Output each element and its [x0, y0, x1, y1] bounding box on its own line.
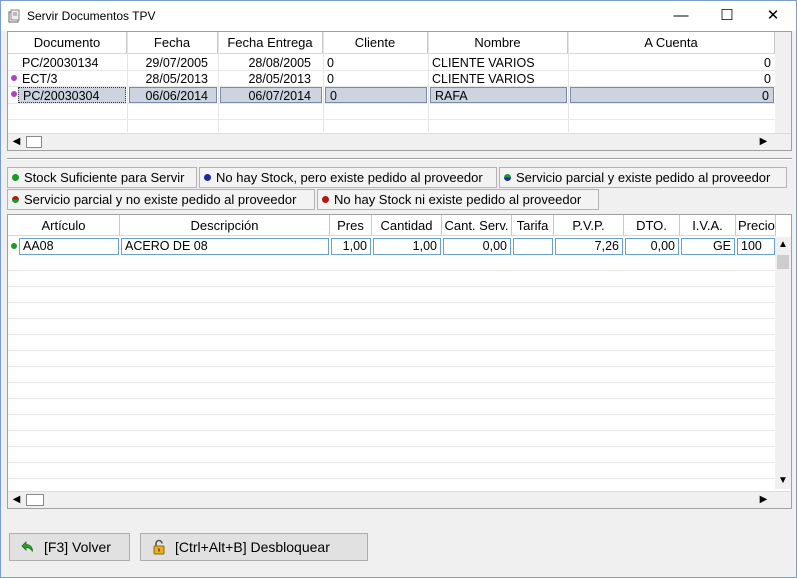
legend-no-stock-no-pedido: No hay Stock ni existe pedido al proveed…: [317, 189, 599, 210]
pvp-field[interactable]: 7,26: [555, 238, 623, 255]
scroll-left-icon[interactable]: ◀: [8, 134, 25, 150]
scroll-down-icon[interactable]: ▼: [775, 473, 791, 489]
scroll-right-icon[interactable]: ▶: [755, 134, 772, 150]
tarifa-field[interactable]: [513, 238, 553, 255]
col-cliente[interactable]: Cliente: [323, 32, 428, 54]
title-bar: Servir Documentos TPV — ☐ ✕: [1, 1, 796, 31]
cell-documento: PC/20030134: [22, 56, 99, 70]
cell-a-cuenta: 0: [764, 72, 771, 86]
divider: [7, 158, 792, 160]
legend-label: Stock Suficiente para Servir: [24, 170, 185, 185]
horizontal-scrollbar[interactable]: ◀ ▶: [8, 491, 791, 508]
col-cantidad[interactable]: Cantidad: [372, 215, 442, 236]
articulo-field[interactable]: AA08: [19, 238, 119, 255]
minimize-button[interactable]: —: [658, 1, 704, 31]
col-precio[interactable]: Precio: [736, 215, 776, 236]
cell-a-cuenta: 0: [764, 56, 771, 70]
legend-label: No hay Stock, pero existe pedido al prov…: [216, 170, 483, 185]
green-dot-icon: [12, 174, 19, 181]
col-a-cuenta[interactable]: A Cuenta: [568, 32, 775, 54]
lines-grid[interactable]: Artículo Descripción Pres Cantidad Cant.…: [7, 214, 792, 509]
legend-no-stock-pedido: No hay Stock, pero existe pedido al prov…: [199, 167, 497, 188]
legend-parcial-pedido: Servicio parcial y existe pedido al prov…: [499, 167, 787, 188]
col-fecha[interactable]: Fecha: [127, 32, 218, 54]
legend-parcial-no-pedido: Servicio parcial y no existe pedido al p…: [7, 189, 315, 210]
cantidad-field[interactable]: 1,00: [373, 238, 441, 255]
empty-rows: [8, 255, 775, 489]
app-icon: [8, 9, 20, 23]
cell-fecha: 06/06/2014: [129, 87, 217, 103]
close-icon: ✕: [766, 7, 780, 24]
cell-fecha-entrega: 28/08/2005: [248, 56, 311, 70]
cant-serv-field[interactable]: 0,00: [443, 238, 511, 255]
scroll-up-icon[interactable]: ▲: [775, 237, 791, 253]
maximize-icon: ☐: [720, 7, 734, 24]
col-tarifa[interactable]: Tarifa: [512, 215, 554, 236]
scroll-thumb[interactable]: [26, 494, 44, 506]
cell-fecha-entrega: 28/05/2013: [248, 72, 311, 86]
status-dot: [11, 75, 17, 81]
col-cant-serv[interactable]: Cant. Serv.: [442, 215, 512, 236]
col-descripcion[interactable]: Descripción: [120, 215, 330, 236]
unlock-icon: [153, 539, 165, 555]
volver-button[interactable]: [F3] Volver: [9, 533, 130, 561]
green-blue-dot-icon: [504, 174, 511, 181]
desbloquear-label: [Ctrl+Alt+B] Desbloquear: [175, 539, 330, 555]
descripcion-field[interactable]: ACERO DE 08: [121, 238, 329, 255]
scroll-thumb[interactable]: [777, 255, 789, 269]
volver-label: [F3] Volver: [44, 539, 111, 555]
col-articulo[interactable]: Artículo: [8, 215, 120, 236]
blue-dot-icon: [204, 174, 211, 181]
vertical-scrollbar[interactable]: ▲ ▼: [775, 237, 791, 489]
iva-field[interactable]: GE: [681, 238, 735, 255]
maximize-button[interactable]: ☐: [704, 1, 750, 31]
col-pvp[interactable]: P.V.P.: [554, 215, 624, 236]
cell-nombre: CLIENTE VARIOS: [432, 72, 535, 86]
col-fecha-entrega[interactable]: Fecha Entrega: [218, 32, 323, 54]
legend-stock-suficiente: Stock Suficiente para Servir: [7, 167, 197, 188]
documents-grid[interactable]: Documento Fecha Fecha Entrega Cliente No…: [7, 31, 792, 151]
red-green-dot-icon: [12, 196, 19, 203]
cell-fecha-entrega: 06/07/2014: [220, 87, 322, 103]
window: Servir Documentos TPV — ☐ ✕ Documento Fe…: [0, 0, 797, 578]
precio-field[interactable]: 100: [737, 238, 775, 255]
legend-label: Servicio parcial y no existe pedido al p…: [24, 192, 297, 207]
legend-label: No hay Stock ni existe pedido al proveed…: [334, 192, 582, 207]
cell-fecha: 29/07/2005: [145, 56, 208, 70]
col-dto[interactable]: DTO.: [624, 215, 680, 236]
col-iva[interactable]: I.V.A.: [680, 215, 736, 236]
status-dot: [11, 91, 17, 97]
cell-documento: PC/20030304: [18, 87, 126, 103]
scroll-thumb[interactable]: [26, 136, 42, 148]
cell-cliente: 0: [325, 87, 427, 103]
red-dot-icon: [322, 196, 329, 203]
vertical-scrollbar[interactable]: [775, 32, 791, 133]
window-title: Servir Documentos TPV: [27, 9, 156, 23]
scroll-right-icon[interactable]: ▶: [755, 492, 772, 508]
back-arrow-icon: [21, 541, 33, 552]
cell-documento: ECT/3: [22, 72, 58, 86]
desbloquear-button[interactable]: [Ctrl+Alt+B] Desbloquear: [140, 533, 368, 561]
scroll-left-icon[interactable]: ◀: [8, 492, 25, 508]
cell-nombre: RAFA: [430, 87, 567, 103]
col-pres[interactable]: Pres: [330, 215, 372, 236]
cell-cliente: 0: [327, 72, 334, 86]
col-nombre[interactable]: Nombre: [428, 32, 568, 54]
minimize-icon: —: [673, 7, 689, 24]
pres-field[interactable]: 1,00: [331, 238, 371, 255]
col-documento[interactable]: Documento: [8, 32, 127, 54]
cell-nombre: CLIENTE VARIOS: [432, 56, 535, 70]
horizontal-scrollbar[interactable]: ◀ ▶: [8, 133, 791, 150]
green-dot-icon: [11, 243, 17, 249]
dto-field[interactable]: 0,00: [625, 238, 679, 255]
legend-label: Servicio parcial y existe pedido al prov…: [516, 170, 771, 185]
cell-a-cuenta: 0: [570, 87, 774, 103]
cell-cliente: 0: [327, 56, 334, 70]
close-button[interactable]: ✕: [750, 1, 796, 31]
cell-fecha: 28/05/2013: [145, 72, 208, 86]
